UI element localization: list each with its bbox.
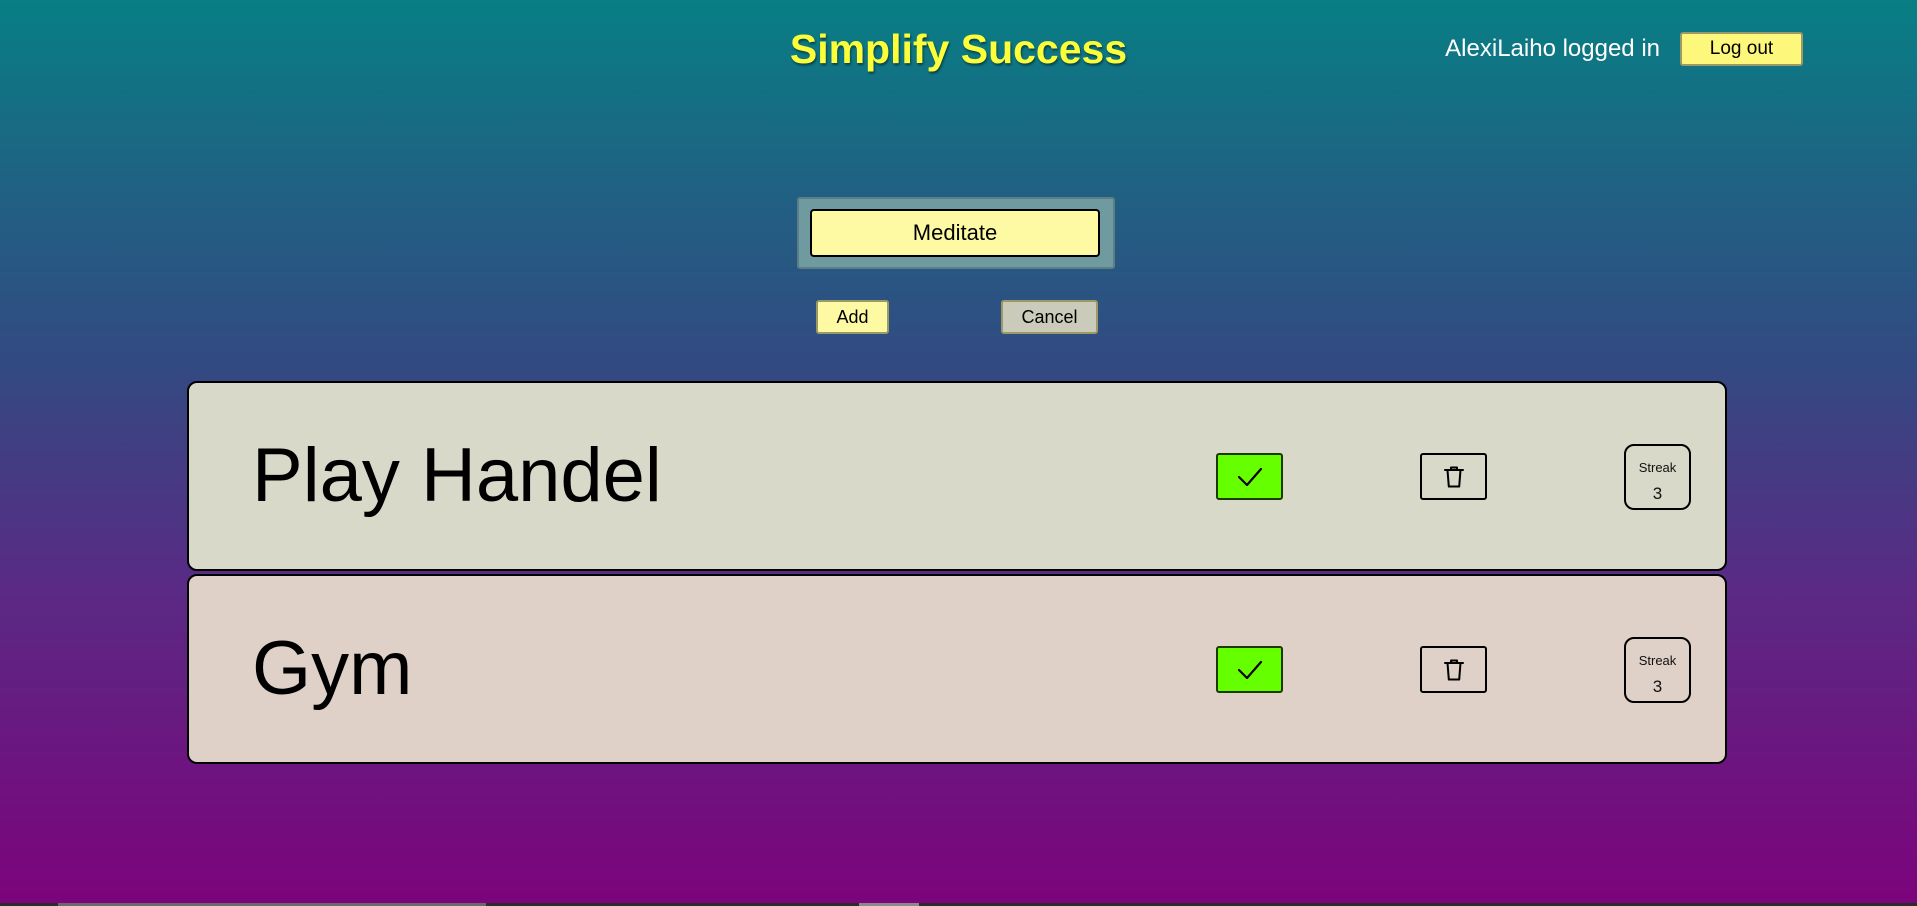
habit-name: Gym [252, 626, 413, 711]
habit-card: Gym Streak 3 [187, 574, 1727, 764]
streak-badge: Streak 3 [1624, 637, 1691, 703]
delete-button[interactable] [1420, 453, 1487, 500]
new-habit-input[interactable] [810, 209, 1100, 257]
user-status: AlexiLaiho logged in [1445, 35, 1660, 62]
check-icon [1237, 660, 1262, 679]
trash-icon [1443, 659, 1464, 680]
trash-icon [1443, 466, 1464, 487]
streak-label: Streak [1638, 460, 1677, 475]
streak-count: 3 [1652, 677, 1663, 696]
mark-done-button[interactable] [1216, 646, 1283, 693]
mark-done-button[interactable] [1216, 453, 1283, 500]
streak-label: Streak [1638, 653, 1677, 668]
check-icon [1237, 467, 1262, 486]
habit-name: Play Handel [252, 433, 662, 518]
habit-card: Play Handel Streak 3 [187, 381, 1727, 571]
streak-badge: Streak 3 [1624, 444, 1691, 510]
logout-button[interactable]: Log out [1680, 32, 1803, 66]
streak-count: 3 [1652, 484, 1663, 503]
user-area: AlexiLaiho logged in Log out [1445, 32, 1803, 66]
cancel-button[interactable]: Cancel [1001, 300, 1098, 334]
new-habit-form [797, 197, 1115, 269]
add-button[interactable]: Add [816, 300, 889, 334]
delete-button[interactable] [1420, 646, 1487, 693]
